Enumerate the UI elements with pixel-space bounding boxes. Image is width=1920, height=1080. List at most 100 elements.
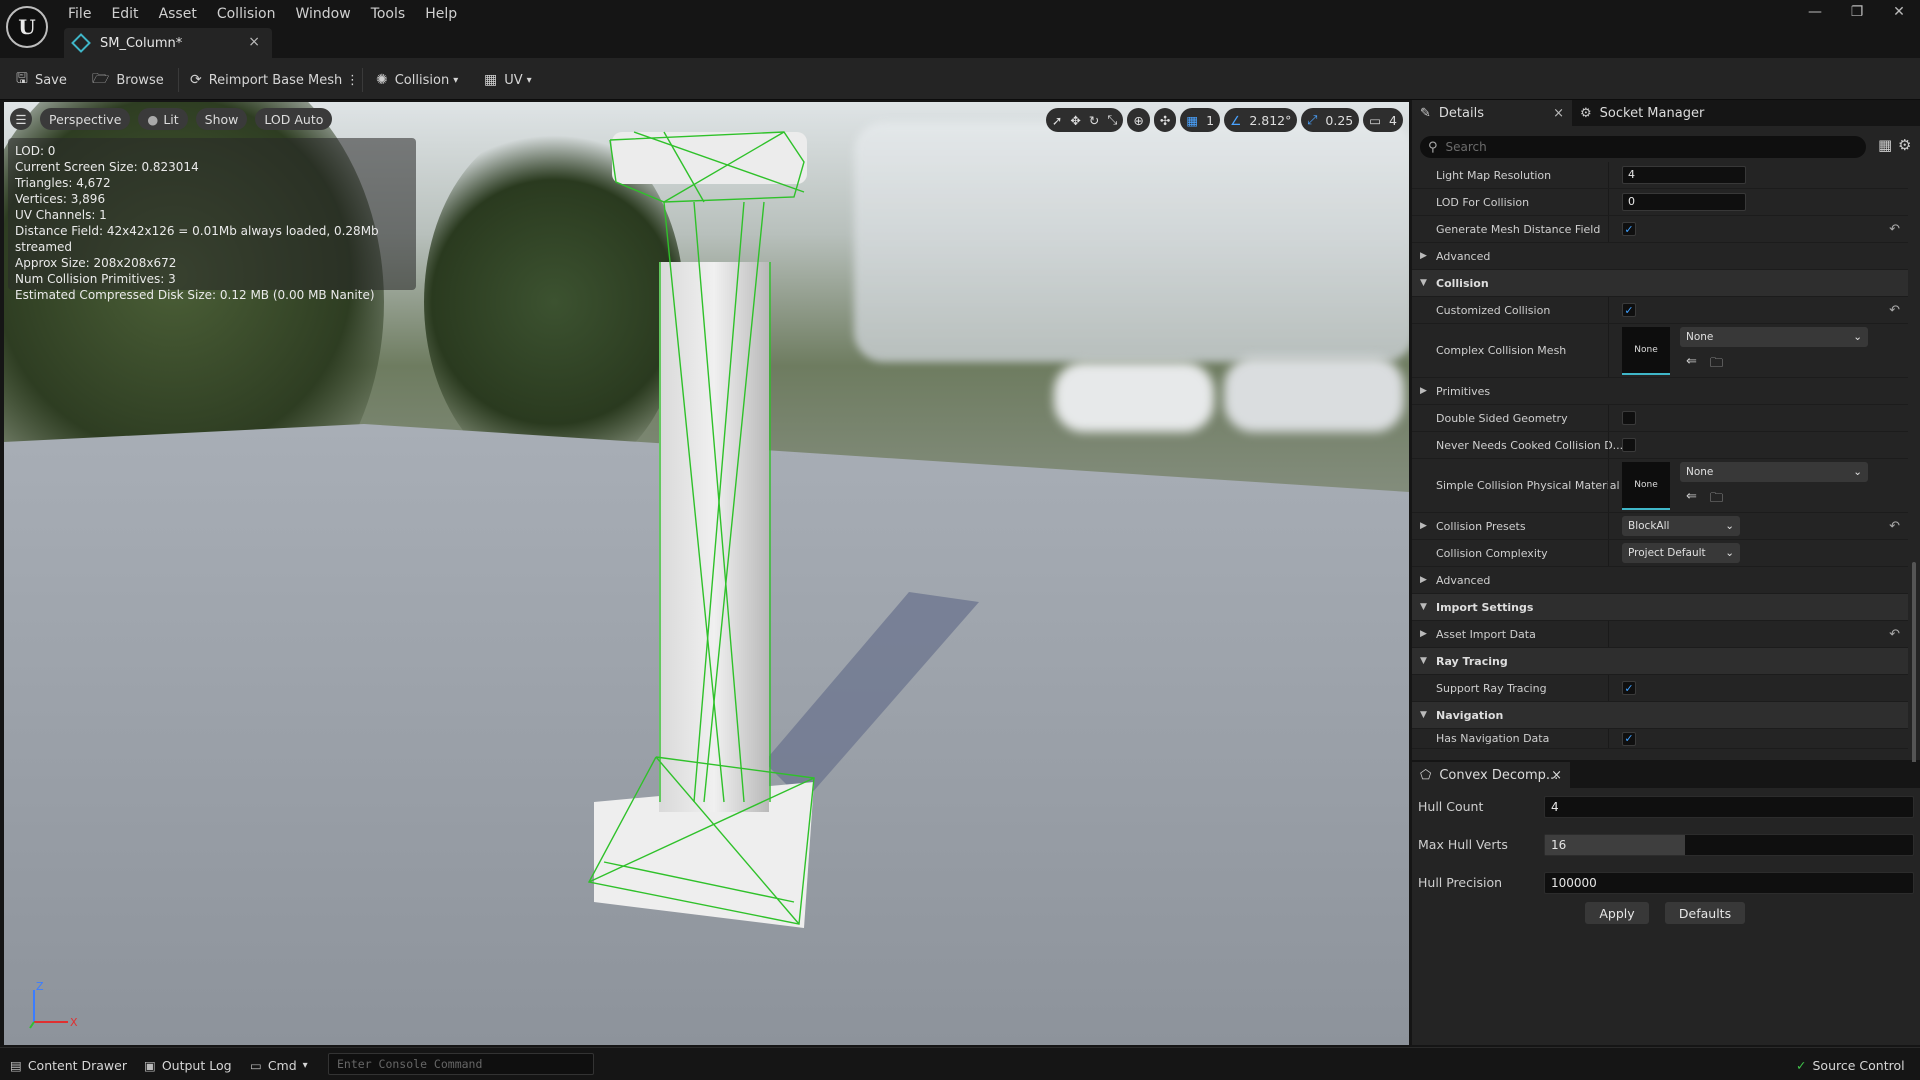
chevron-down-icon: ▾ [302,1059,308,1071]
customized-collision-checkbox[interactable]: ✓ [1622,303,1636,317]
apply-button[interactable]: Apply [1585,902,1649,924]
select-icon[interactable]: ➚ [1052,113,1062,128]
rotation-snap[interactable]: ∠ 2.812° [1224,108,1298,132]
advanced-section[interactable]: ▶ Advanced [1412,567,1908,594]
menu-file[interactable]: File [58,4,101,24]
output-log-icon: ▣ [144,1057,156,1073]
collision-complexity-dropdown[interactable]: Project Default ⌄ [1622,543,1740,563]
details-search-input[interactable]: ⚲ Search [1420,136,1866,158]
reset-to-default-icon[interactable]: ↶ [1889,519,1900,534]
document-tab[interactable]: SM_Column* × [64,28,272,58]
output-log-button[interactable]: ▣ Output Log [144,1055,232,1075]
lod-auto-button[interactable]: LOD Auto [255,108,333,130]
menu-asset[interactable]: Asset [149,4,207,24]
viewport-menu-button[interactable]: ☰ [10,108,32,130]
property-row: Double Sided Geometry [1412,405,1908,432]
transform-tools: ➚ ✥ ↻ ⤡ [1045,108,1124,132]
menu-help[interactable]: Help [415,4,467,24]
lit-button[interactable]: ● Lit [138,108,188,130]
browse-asset-icon[interactable]: 🗀 [1710,354,1723,376]
tab-convex-decomposition[interactable]: ⬠ Convex Decomp... × [1412,762,1570,788]
source-control-button[interactable]: ✓ Source Control [1796,1055,1905,1075]
advanced-section[interactable]: ▶ Advanced [1412,243,1908,270]
expand-arrow-icon[interactable]: ▶ [1420,521,1427,531]
menu-collision[interactable]: Collision [207,4,286,24]
lod-for-collision-field[interactable]: 0 [1622,193,1746,211]
property-row: Support Ray Tracing ✓ [1412,675,1908,702]
toolbar-divider [178,68,179,92]
primitives-section[interactable]: ▶ Primitives [1412,378,1908,405]
light-map-resolution-field[interactable]: 4 [1622,166,1746,184]
menu-edit[interactable]: Edit [101,4,148,24]
generate-distance-field-checkbox[interactable]: ✓ [1622,222,1636,236]
collision-presets-dropdown[interactable]: BlockAll ⌄ [1622,516,1740,536]
support-ray-tracing-checkbox[interactable]: ✓ [1622,681,1636,695]
close-tab-icon[interactable]: × [1551,768,1562,783]
rotate-icon[interactable]: ↻ [1089,113,1099,128]
close-tab-icon[interactable]: × [248,34,260,50]
cmd-dropdown[interactable]: ▭ Cmd ▾ [250,1055,308,1075]
translate-icon[interactable]: ✥ [1070,113,1080,128]
more-options-button[interactable]: ⋮ [346,67,359,93]
mesh-viewport[interactable]: ☰ Perspective ● Lit Show LOD Auto ➚ ✥ ↻ ⤡… [4,102,1409,1045]
property-matrix-icon[interactable]: ▦ [1878,136,1892,154]
asset-thumbnail[interactable]: None [1622,462,1670,510]
property-row: Complex Collision Mesh None None ⌄ ⇐ 🗀 [1412,324,1908,378]
hull-count-field[interactable]: 4 [1544,796,1914,818]
stat-line: Num Collision Primitives: 3 [15,272,176,286]
reimport-button[interactable]: ⟳ Reimport Base Mesh [190,67,342,93]
convex-tool-icon: ⬠ [1420,767,1432,783]
navigation-category[interactable]: ▼ Navigation [1412,702,1908,729]
show-button[interactable]: Show [195,108,248,130]
import-settings-category[interactable]: ▼ Import Settings [1412,594,1908,621]
settings-gear-icon[interactable]: ⚙ [1898,136,1911,154]
complex-collision-mesh-dropdown[interactable]: None ⌄ [1680,327,1868,347]
details-scrollbar[interactable] [1912,562,1916,782]
surface-snap-icon[interactable]: ✣ [1160,113,1170,128]
asset-thumbnail[interactable]: None [1622,327,1670,375]
scale-icon[interactable]: ⤡ [1107,112,1117,128]
console-command-input[interactable]: Enter Console Command [328,1053,594,1075]
collision-dropdown[interactable]: ✺ Collision ▾ [376,67,458,93]
asset-import-data-row[interactable]: ▶ Asset Import Data ↶ [1412,621,1908,648]
reset-to-default-icon[interactable]: ↶ [1889,627,1900,642]
editor-toolbar: 🖫 Save 🗁 Browse ⟳ Reimport Base Mesh ⋮ ✺ Col… [0,58,1920,100]
restore-icon[interactable]: ❐ [1836,4,1878,20]
has-navigation-checkbox[interactable]: ✓ [1622,731,1636,746]
close-window-icon[interactable]: ✕ [1878,4,1920,20]
world-space-icon[interactable]: ⊕ [1133,113,1143,128]
ray-tracing-category[interactable]: ▼ Ray Tracing [1412,648,1908,675]
never-cooked-checkbox[interactable] [1622,438,1636,452]
double-sided-checkbox[interactable] [1622,411,1636,425]
browse-button[interactable]: 🗁 Browse [92,67,164,93]
close-tab-icon[interactable]: × [1553,106,1564,121]
tab-socket-manager[interactable]: ⚙ Socket Manager [1572,100,1712,126]
hamburger-icon: ☰ [15,111,27,127]
stat-line: Estimated Compressed Disk Size: 0.12 MB … [15,288,375,302]
simple-physical-material-dropdown[interactable]: None ⌄ [1680,462,1868,482]
perspective-button[interactable]: Perspective [40,108,131,130]
browse-asset-icon[interactable]: 🗀 [1710,489,1723,511]
content-drawer-button[interactable]: ▤ Content Drawer [10,1055,127,1075]
reset-to-default-icon[interactable]: ↶ [1889,222,1900,237]
camera-icon: ▭ [1369,112,1382,128]
reset-to-default-icon[interactable]: ↶ [1889,303,1900,318]
scale-snap[interactable]: ⤢ 0.25 [1301,108,1360,132]
menu-tools[interactable]: Tools [361,4,416,24]
property-row: Never Needs Cooked Collision D... [1412,432,1908,459]
menu-window[interactable]: Window [285,4,360,24]
unreal-logo-icon[interactable]: U [6,6,48,48]
use-selected-icon[interactable]: ⇐ [1686,489,1697,504]
max-hull-verts-slider[interactable]: 16 [1544,834,1914,856]
defaults-button[interactable]: Defaults [1665,902,1745,924]
save-button[interactable]: 🖫 Save [16,67,67,93]
hull-precision-field[interactable]: 100000 [1544,872,1914,894]
grid-snap[interactable]: ▦ 1 [1180,108,1221,132]
minimize-icon[interactable]: — [1794,4,1836,20]
window-controls: — ❐ ✕ [1794,4,1920,20]
uv-dropdown[interactable]: ▦ UV ▾ [484,67,532,93]
tab-details[interactable]: ✎ Details × [1412,100,1572,126]
collision-category[interactable]: ▼ Collision [1412,270,1908,297]
camera-speed[interactable]: ▭ 4 [1363,108,1403,132]
use-selected-icon[interactable]: ⇐ [1686,354,1697,369]
